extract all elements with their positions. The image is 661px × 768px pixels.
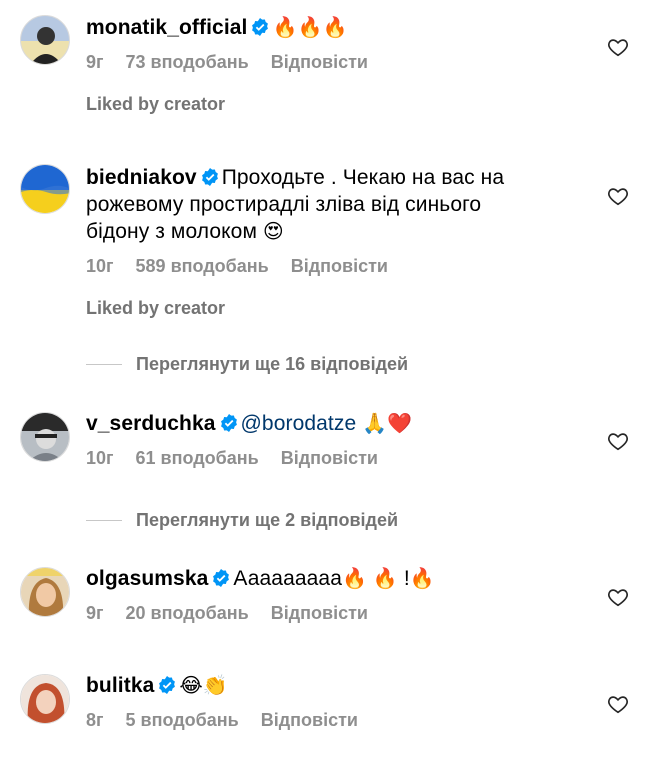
verified-badge-icon [201, 166, 219, 186]
avatar[interactable] [20, 164, 70, 214]
mention-link[interactable]: @borodatze [241, 412, 357, 435]
comment-meta: 9г 20 вподобань Відповісти [86, 603, 591, 624]
fire-emoji: 🔥 [341, 566, 367, 590]
view-more-label: Переглянути ще 2 відповідей [136, 510, 399, 530]
likes-count[interactable]: 5 вподобань [126, 710, 239, 730]
ukraine-flag-icon [21, 165, 69, 213]
comment-text: v_serduchka @borodatze 🙏❤️ [86, 410, 591, 437]
username[interactable]: monatik_official [86, 16, 247, 39]
fire-emoji: 🔥 [372, 566, 398, 590]
avatar[interactable] [20, 15, 70, 65]
like-heart-icon[interactable] [607, 586, 629, 608]
verified-badge-icon [251, 16, 269, 36]
username[interactable]: biedniakov [86, 166, 197, 189]
liked-by-creator: Liked by creator [86, 298, 226, 318]
timestamp: 10г [86, 448, 114, 468]
avatar[interactable] [20, 412, 70, 462]
liked-by-creator: Liked by creator [86, 94, 226, 114]
avatar-portrait-icon [21, 16, 69, 64]
like-heart-icon[interactable] [607, 693, 629, 715]
fire-emoji: 🔥🔥🔥 [272, 15, 348, 39]
comment-meta: 8г 5 вподобань Відповісти [86, 710, 591, 731]
avatar[interactable] [20, 674, 70, 724]
reply-button[interactable]: Відповісти [271, 603, 368, 623]
comment-meta: 9г 73 вподобань Відповісти [86, 52, 591, 73]
avatar[interactable] [20, 567, 70, 617]
comment-text-line: Проходьте . Чекаю на вас на [221, 166, 505, 189]
comment-text: monatik_official 🔥🔥🔥 [86, 14, 591, 41]
comment-meta: 10г 589 вподобань Відповісти [86, 256, 591, 277]
timestamp: 10г [86, 256, 114, 276]
view-more-replies-button[interactable]: Переглянути ще 16 відповідей [86, 354, 408, 375]
pray-heart-emoji: 🙏❤️ [362, 411, 413, 435]
verified-badge-icon [220, 412, 238, 432]
comment-body: biedniakov Проходьте . Чекаю на вас на ро… [86, 164, 591, 319]
timestamp: 9г [86, 52, 104, 72]
reply-button[interactable]: Відповісти [291, 256, 388, 276]
username[interactable]: olgasumska [86, 567, 208, 590]
comment-text-line: бідону з молоком [86, 220, 257, 243]
verified-badge-icon [158, 674, 176, 694]
reply-button[interactable]: Відповісти [261, 710, 358, 730]
likes-count[interactable]: 589 вподобань [136, 256, 269, 276]
timestamp: 8г [86, 710, 104, 730]
view-more-replies-button[interactable]: Переглянути ще 2 відповідей [86, 510, 398, 531]
fire-emoji: 🔥 [409, 566, 435, 590]
view-more-label: Переглянути ще 16 відповідей [136, 354, 409, 374]
likes-count[interactable]: 61 вподобань [136, 448, 259, 468]
username[interactable]: v_serduchka [86, 412, 216, 435]
comment-text: bulitka 😂👏 [86, 672, 591, 699]
comment-text-line: рожевому простирадлі зліва від синього [86, 193, 482, 216]
like-heart-icon[interactable] [607, 185, 629, 207]
timestamp: 9г [86, 603, 104, 623]
reply-button[interactable]: Відповісти [271, 52, 368, 72]
heart-eyes-emoji: 😍 [262, 219, 284, 243]
avatar-portrait-icon [21, 568, 69, 616]
comment-body: olgasumska Ааааааааа🔥 🔥 !🔥 9г 20 вподобань… [86, 565, 591, 624]
comment-body: v_serduchka @borodatze 🙏❤️ 10г 61 вподобан… [86, 410, 591, 469]
divider-line [86, 364, 122, 365]
comment-body: bulitka 😂👏 8г 5 вподобань Відповісти [86, 672, 591, 731]
divider-line [86, 520, 122, 521]
likes-count[interactable]: 20 вподобань [126, 603, 249, 623]
laugh-clap-emoji: 😂👏 [179, 673, 228, 697]
comment-meta: 10г 61 вподобань Відповісти [86, 448, 591, 469]
comment-text: бідону з молоком 😍 [86, 218, 591, 245]
like-heart-icon[interactable] [607, 430, 629, 452]
likes-count[interactable]: 73 вподобань [126, 52, 249, 72]
avatar-portrait-icon [21, 413, 69, 461]
reply-button[interactable]: Відповісти [281, 448, 378, 468]
comment-text: olgasumska Ааааааааа🔥 🔥 !🔥 [86, 565, 591, 592]
username[interactable]: bulitka [86, 674, 154, 697]
comment-body: monatik_official 🔥🔥🔥 9г 73 вподобань Відпов… [86, 14, 591, 115]
comment-text: biedniakov Проходьте . Чекаю на вас на [86, 164, 591, 191]
comment-text-line: Ааааааааа [233, 567, 342, 590]
verified-badge-icon [212, 567, 230, 587]
like-heart-icon[interactable] [607, 36, 629, 58]
avatar-portrait-icon [21, 675, 69, 723]
